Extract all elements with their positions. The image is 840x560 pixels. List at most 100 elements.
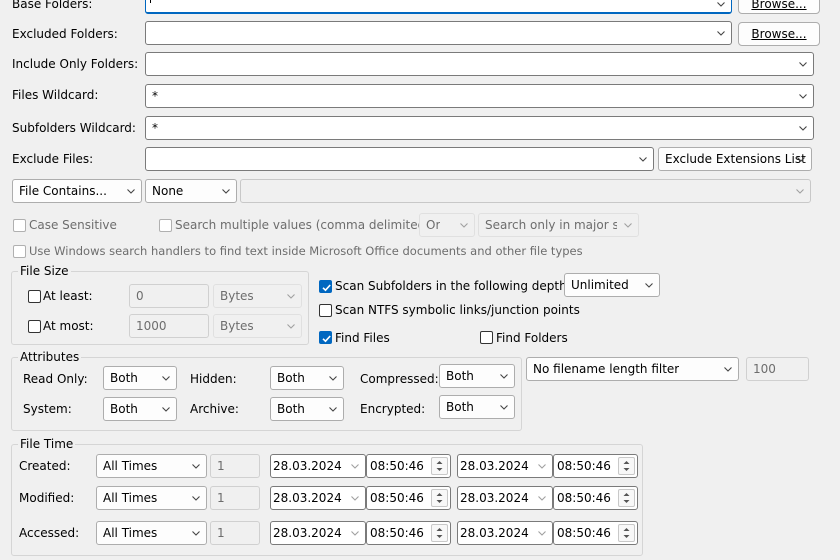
find-files-checkbox[interactable] <box>319 331 332 344</box>
modified-to-date-picker[interactable]: 28.03.2024 <box>457 486 553 510</box>
spin-updown-icon[interactable] <box>618 489 635 507</box>
hidden-dropdown[interactable]: Both <box>270 366 344 390</box>
chevron-down-icon[interactable] <box>537 461 547 471</box>
spin-updown-icon[interactable] <box>431 524 448 542</box>
spin-updown-icon[interactable] <box>431 457 448 475</box>
chevron-down-icon[interactable] <box>499 371 509 381</box>
created-mode-dropdown[interactable]: All Times <box>96 454 207 478</box>
at-least-input[interactable]: 0 <box>129 284 209 308</box>
created-to-time-spinner[interactable]: 08:50:46 <box>553 454 638 478</box>
filename-length-dropdown[interactable]: No filename length filter <box>526 357 739 381</box>
base-folders-browse-button[interactable]: Browse... <box>738 0 820 14</box>
file-contains-mode-dropdown[interactable]: File Contains... <box>12 179 142 203</box>
chevron-down-icon[interactable] <box>798 91 808 101</box>
chevron-down-icon[interactable] <box>350 528 360 538</box>
accessed-mode-dropdown[interactable]: All Times <box>96 521 207 545</box>
file-contains-text-combobox[interactable] <box>240 179 811 203</box>
modified-to-time-spinner[interactable]: 08:50:46 <box>553 486 638 510</box>
chevron-down-icon[interactable] <box>623 220 633 230</box>
at-most-unit-dropdown[interactable]: Bytes <box>213 314 302 338</box>
modified-from-date-picker[interactable]: 28.03.2024 <box>270 486 366 510</box>
chevron-down-icon[interactable] <box>499 402 509 412</box>
encrypted-dropdown[interactable]: Both <box>439 395 515 419</box>
spin-updown-icon[interactable] <box>431 489 448 507</box>
accessed-to-time-spinner[interactable]: 08:50:46 <box>553 521 638 545</box>
accessed-from-time-spinner[interactable]: 08:50:46 <box>366 521 451 545</box>
chevron-down-icon[interactable] <box>459 220 469 230</box>
chevron-down-icon[interactable] <box>350 461 360 471</box>
file-time-title: File Time <box>18 436 76 452</box>
spin-updown-icon[interactable] <box>618 457 635 475</box>
subfolders-wildcard-combobox[interactable]: * <box>145 116 814 140</box>
spin-updown-icon[interactable] <box>618 524 635 542</box>
chevron-down-icon[interactable] <box>126 186 136 196</box>
accessed-count-input[interactable]: 1 <box>210 521 260 545</box>
chevron-down-icon[interactable] <box>537 493 547 503</box>
find-files-label: Find Files <box>335 331 390 345</box>
exclude-files-combobox[interactable] <box>145 147 654 171</box>
at-most-unit-value: Bytes <box>220 319 254 333</box>
chevron-down-icon[interactable] <box>191 461 201 471</box>
accessed-to-date-picker[interactable]: 28.03.2024 <box>457 521 553 545</box>
file-contains-encoding-dropdown[interactable]: None <box>145 179 237 203</box>
chevron-down-icon[interactable] <box>716 0 726 9</box>
at-least-checkbox[interactable] <box>28 290 41 303</box>
chevron-down-icon[interactable] <box>644 280 654 290</box>
modified-from-date: 28.03.2024 <box>273 491 342 505</box>
files-wildcard-value: * <box>152 89 158 103</box>
chevron-down-icon[interactable] <box>798 59 808 69</box>
modified-count-input[interactable]: 1 <box>210 486 260 510</box>
created-from-time-spinner[interactable]: 08:50:46 <box>366 454 451 478</box>
excluded-folders-browse-button[interactable]: Browse... <box>738 22 820 46</box>
chevron-down-icon[interactable] <box>798 123 808 133</box>
chevron-down-icon[interactable] <box>716 28 726 38</box>
filename-length-input[interactable]: 100 <box>746 357 809 381</box>
exclude-mode-dropdown[interactable]: Exclude Extensions List <box>658 147 812 171</box>
chevron-down-icon[interactable] <box>796 154 806 164</box>
created-count-value: 1 <box>217 459 225 473</box>
scan-depth-dropdown[interactable]: Unlimited <box>564 273 660 297</box>
chevron-down-icon[interactable] <box>328 404 338 414</box>
scan-depth-value: Unlimited <box>571 278 629 292</box>
chevron-down-icon[interactable] <box>795 186 805 196</box>
chevron-down-icon[interactable] <box>537 528 547 538</box>
chevron-down-icon[interactable] <box>161 404 171 414</box>
at-least-unit-dropdown[interactable]: Bytes <box>213 284 302 308</box>
chevron-down-icon[interactable] <box>221 186 231 196</box>
files-wildcard-combobox[interactable]: * <box>145 84 814 108</box>
scan-subfolders-checkbox[interactable] <box>319 280 332 293</box>
read-only-dropdown[interactable]: Both <box>103 366 177 390</box>
chevron-down-icon[interactable] <box>350 493 360 503</box>
created-from-date-picker[interactable]: 28.03.2024 <box>270 454 366 478</box>
chevron-down-icon[interactable] <box>191 528 201 538</box>
case-sensitive-checkbox[interactable] <box>13 219 26 232</box>
or-dropdown[interactable]: Or <box>419 213 475 237</box>
archive-dropdown[interactable]: Both <box>270 397 344 421</box>
created-count-input[interactable]: 1 <box>210 454 260 478</box>
chevron-down-icon[interactable] <box>191 493 201 503</box>
streams-dropdown[interactable]: Search only in major stre <box>478 213 639 237</box>
modified-from-time-spinner[interactable]: 08:50:46 <box>366 486 451 510</box>
chevron-down-icon[interactable] <box>161 373 171 383</box>
chevron-down-icon[interactable] <box>286 291 296 301</box>
find-folders-checkbox[interactable] <box>480 331 493 344</box>
chevron-down-icon[interactable] <box>286 321 296 331</box>
modified-mode-dropdown[interactable]: All Times <box>96 486 207 510</box>
created-to-date-picker[interactable]: 28.03.2024 <box>457 454 553 478</box>
compressed-dropdown[interactable]: Both <box>439 364 515 388</box>
accessed-from-date-picker[interactable]: 28.03.2024 <box>270 521 366 545</box>
at-most-checkbox[interactable] <box>28 320 41 333</box>
scan-ntfs-checkbox[interactable] <box>319 304 332 317</box>
windows-handlers-checkbox[interactable] <box>13 245 26 258</box>
at-most-input[interactable]: 1000 <box>129 314 209 338</box>
compressed-label: Compressed: <box>360 372 439 386</box>
excluded-folders-combobox[interactable] <box>145 21 732 45</box>
base-folders-combobox[interactable] <box>145 0 732 14</box>
chevron-down-icon[interactable] <box>328 373 338 383</box>
include-only-folders-combobox[interactable] <box>145 52 814 76</box>
system-dropdown[interactable]: Both <box>103 397 177 421</box>
search-multiple-checkbox[interactable] <box>159 219 172 232</box>
read-only-label: Read Only: <box>23 372 88 386</box>
chevron-down-icon[interactable] <box>723 364 733 374</box>
chevron-down-icon[interactable] <box>638 154 648 164</box>
